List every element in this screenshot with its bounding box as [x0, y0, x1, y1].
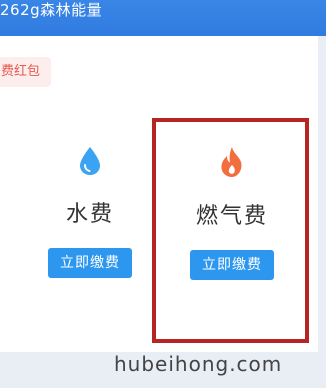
water-fee-label: 水费	[65, 202, 114, 227]
top-banner: 262g森林能量	[0, 0, 326, 36]
highlight-box	[152, 118, 309, 343]
coupon-tag[interactable]: 费红包	[0, 57, 51, 87]
water-fee-item[interactable]: 水费 立即缴费	[15, 146, 165, 278]
forest-energy-text: 262g森林能量	[0, 1, 103, 19]
water-pay-button[interactable]: 立即缴费	[48, 248, 132, 278]
water-drop-icon	[80, 147, 100, 175]
watermark-text: hubeihong.com	[114, 352, 283, 376]
